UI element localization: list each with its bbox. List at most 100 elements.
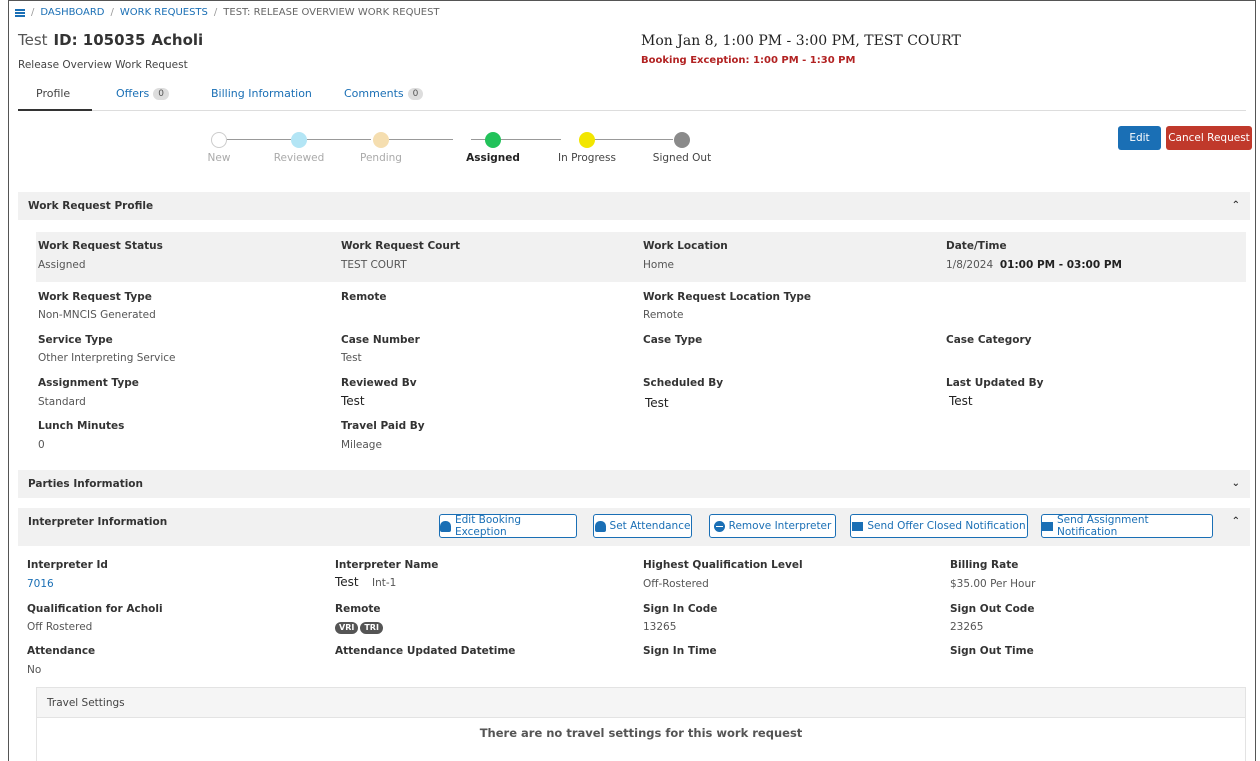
breadcrumb-current: TEST: RELEASE OVERVIEW WORK REQUEST [223,7,440,18]
tab-comments[interactable]: Comments 0 [344,87,424,100]
status-label: Pending [360,152,402,164]
field-label: Service Type [38,334,113,346]
status-label: New [207,152,231,164]
qualification-for-language: Off Rostered [27,621,93,633]
status-dot [579,132,595,148]
set-attendance-button[interactable]: Set Attendance [593,514,692,538]
button-label: Send Offer Closed Notification [867,520,1026,532]
field-label: Last Updated By [946,377,1044,389]
chevron-down-icon[interactable]: ⌄ [1232,470,1240,498]
field-label: Remote [335,603,381,615]
user-icon [594,520,606,532]
remote-badges: VRI TRI [335,621,385,634]
remove-interpreter-button[interactable]: Remove Interpreter [709,514,836,538]
case-number: Test [341,352,362,364]
request-language: Acholi [151,31,204,49]
field-label: Work Location [643,240,728,252]
field-label: Qualification for Acholi [27,603,163,615]
sign-in-code: 13265 [643,621,677,633]
comments-count-badge: 0 [407,87,424,100]
date-value: 1/8/2024 [946,259,994,271]
tab-bar: Profile Offers 0 Billing Information Com… [18,83,1246,111]
breadcrumb-separator: / [213,7,218,18]
date-time: 1/8/2024 01:00 PM - 03:00 PM [946,259,1122,271]
vri-badge: VRI [335,622,359,634]
status-step-new: New [179,129,259,164]
profile-highlight-row [36,232,1246,282]
scheduled-by: Test [645,396,669,410]
breadcrumb-dashboard[interactable]: DASHBOARD [40,7,104,18]
field-label: Sign Out Code [950,603,1035,615]
status-tracker: New Reviewed Pending Assigned In Progres… [179,129,719,179]
tab-profile[interactable]: Profile [36,87,70,100]
edit-booking-exception-button[interactable]: Edit Booking Exception [439,514,577,538]
cancel-request-button[interactable]: Cancel Request [1166,126,1252,150]
field-label: Attendance Updated Datetime [335,645,516,657]
button-label: Edit Booking Exception [455,514,522,538]
status-label: Assigned [466,152,520,164]
field-label: Scheduled By [643,377,724,389]
field-label: Work Request Type [38,291,152,303]
time-value: 01:00 PM - 03:00 PM [999,259,1122,271]
request-datetime: Mon Jan 8, 1:00 PM - 3:00 PM, TEST COURT [641,33,961,49]
booking-exception: Booking Exception: 1:00 PM - 1:30 PM [641,55,856,66]
section-title: Work Request Profile [28,200,154,212]
highest-qualification-level: Off-Rostered [643,578,709,590]
field-label: Work Request Court [341,240,461,252]
work-location: Home [643,259,675,271]
field-label: Interpreter Name [335,559,439,571]
field-label: Interpreter Id [27,559,108,571]
offers-count-badge: 0 [153,87,169,100]
app-frame: / DASHBOARD / WORK REQUESTS / TEST: RELE… [8,0,1256,761]
breadcrumb-work-requests[interactable]: WORK REQUESTS [120,7,208,18]
work-request-court: TEST COURT [341,259,407,271]
service-type: Other Interpreting Service [38,352,176,364]
request-name: Test [18,31,48,49]
field-label: Case Type [643,334,703,346]
status-dot [485,132,501,148]
field-label: Case Number [341,334,420,346]
travel-paid-by: Mileage [341,439,382,451]
status-step-assigned: Assigned [453,129,533,164]
work-request-status: Assigned [38,259,86,271]
menu-icon[interactable] [15,8,25,17]
work-request-profile-header[interactable]: Work Request Profile ⌃ [18,192,1250,220]
tab-label: Offers [116,87,150,100]
page-subtitle: Release Overview Work Request [18,59,188,71]
field-label: Lunch Minutes [38,420,125,432]
button-label: Set Attendance [609,520,691,532]
status-step-signed-out: Signed Out [642,129,722,164]
travel-settings-panel: Travel Settings There are no travel sett… [36,687,1246,761]
attendance: No [27,664,42,676]
button-label: Send Assignment Notification [1056,514,1149,538]
tab-offers[interactable]: Offers 0 [116,87,169,100]
parties-information-header[interactable]: Parties Information ⌄ [18,470,1250,498]
field-label: Travel Paid By [341,420,425,432]
field-label: Attendance [27,645,96,657]
send-assignment-notification-button[interactable]: Send Assignment Notification [1041,514,1213,538]
send-offer-closed-notification-button[interactable]: Send Offer Closed Notification [850,514,1028,538]
field-label: Assignment Type [38,377,139,389]
edit-button[interactable]: Edit [1118,126,1161,150]
field-label: Date/Time [946,240,1007,252]
field-label: Sign Out Time [950,645,1034,657]
status-label: Reviewed [273,152,325,164]
tab-label: Comments [344,87,404,100]
status-label: In Progress [558,152,616,164]
sign-out-code: 23265 [950,621,984,633]
field-label: Billing Rate [950,559,1019,571]
field-label: Case Category [946,334,1032,346]
field-label: Sign In Time [643,645,717,657]
envelope-icon [1042,521,1053,531]
interpreter-name: Test Int-1 [335,575,396,589]
chevron-up-icon[interactable]: ⌃ [1232,508,1240,536]
reviewed-by: Test [341,394,365,408]
chevron-up-icon[interactable]: ⌃ [1232,192,1240,220]
interpreter-last-name: Int-1 [372,577,397,589]
status-dot [291,132,307,148]
tab-billing-information[interactable]: Billing Information [211,87,312,100]
status-dot [211,132,227,148]
status-dot [373,132,389,148]
interpreter-id-link[interactable]: 7016 [27,578,54,590]
request-id: ID: 105035 [53,31,146,49]
